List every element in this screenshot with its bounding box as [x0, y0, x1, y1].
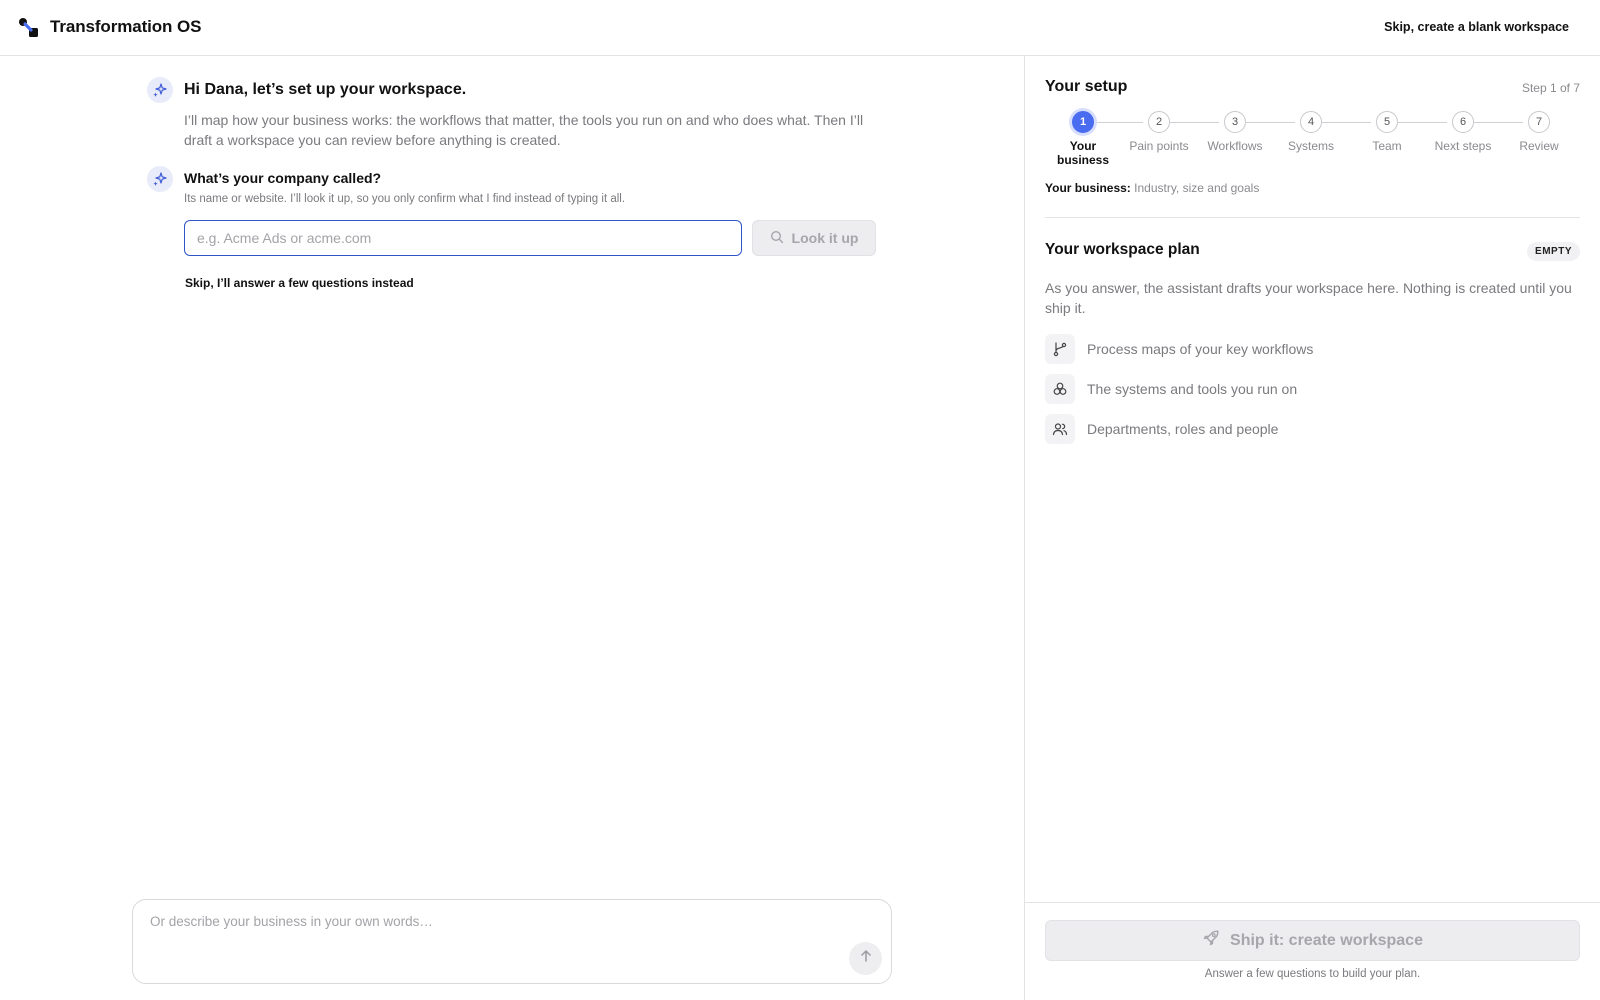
step-number: 5 — [1376, 111, 1398, 133]
step-workflows[interactable]: 3 Workflows — [1197, 111, 1273, 153]
step-your-business[interactable]: 1 Your business — [1045, 111, 1121, 167]
greeting-body: I’ll map how your business works: the wo… — [184, 112, 864, 148]
conversation-pane: Hi Dana, let’s set up your workspace. I’… — [0, 56, 1024, 1000]
step-next-steps[interactable]: 6 Next steps — [1425, 111, 1501, 153]
look-it-up-button[interactable]: Look it up — [752, 220, 876, 256]
greeting-title: Hi Dana, let’s set up your workspace. — [184, 81, 467, 98]
company-question-title: What’s your company called? — [184, 170, 382, 186]
app-title: Transformation OS — [50, 17, 202, 36]
setup-title: Your setup — [1045, 78, 1128, 95]
plan-item-process-maps: Process maps of your key workflows — [1045, 334, 1313, 364]
step-number: 7 — [1528, 111, 1550, 133]
current-step-summary: Your business: Industry, size and goals — [1045, 181, 1259, 195]
git-branch-icon — [1045, 334, 1075, 364]
describe-business-textarea[interactable] — [150, 914, 810, 954]
arrow-up-icon — [859, 949, 873, 968]
skip-answer-questions-link[interactable]: Skip, I’ll answer a few questions instea… — [185, 276, 414, 290]
transformation-logo-icon — [18, 17, 40, 39]
step-number: 3 — [1224, 111, 1246, 133]
step-counter: Step 1 of 7 — [1521, 81, 1580, 95]
sparkles-icon — [147, 77, 173, 103]
plan-item-people: Departments, roles and people — [1045, 414, 1278, 444]
section-divider — [1045, 217, 1580, 218]
workspace-plan-title: Your workspace plan — [1045, 241, 1200, 258]
step-systems[interactable]: 4 Systems — [1273, 111, 1349, 153]
plan-status-badge: EMPTY — [1527, 242, 1580, 261]
step-team[interactable]: 5 Team — [1349, 111, 1425, 153]
step-number: 6 — [1452, 111, 1474, 133]
step-pain-points[interactable]: 2 Pain points — [1121, 111, 1197, 153]
step-number: 4 — [1300, 111, 1322, 133]
footer-divider — [1025, 902, 1600, 903]
plan-item-label: Departments, roles and people — [1087, 421, 1279, 437]
ship-hint: Answer a few questions to build your pla… — [1204, 968, 1421, 980]
step-number: 1 — [1072, 111, 1094, 133]
step-review[interactable]: 7 Review — [1501, 111, 1577, 153]
setup-stepper: 1 Your business 2 Pain points 3 Workflow… — [1045, 111, 1580, 171]
step-label: Your business — [1056, 139, 1110, 167]
current-step-key: Your business: — [1045, 181, 1131, 195]
setup-panel: Your setup Step 1 of 7 1 Your business 2… — [1025, 56, 1600, 1000]
skip-blank-workspace-link[interactable]: Skip, create a blank workspace — [1384, 20, 1569, 34]
users-icon — [1045, 414, 1075, 444]
plan-item-systems: The systems and tools you run on — [1045, 374, 1297, 404]
search-icon — [770, 230, 784, 247]
workspace-plan-description: As you answer, the assistant drafts your… — [1045, 280, 1572, 316]
send-button[interactable] — [849, 942, 882, 975]
systems-cluster-icon — [1045, 374, 1075, 404]
step-label: Systems — [1287, 139, 1334, 153]
rocket-icon — [1202, 929, 1220, 952]
company-name-input[interactable] — [184, 220, 742, 256]
step-label: Pain points — [1129, 139, 1189, 153]
message-composer — [132, 899, 892, 984]
step-label: Review — [1519, 139, 1559, 153]
step-label: Next steps — [1434, 139, 1492, 153]
ship-create-workspace-button[interactable]: Ship it: create workspace — [1045, 920, 1580, 961]
plan-item-label: The systems and tools you run on — [1087, 381, 1298, 397]
sparkles-icon — [147, 166, 173, 192]
plan-item-label: Process maps of your key workflows — [1087, 341, 1314, 357]
top-bar: Transformation OS Skip, create a blank w… — [0, 0, 1600, 56]
current-step-value: Industry, size and goals — [1134, 181, 1260, 195]
step-label: Workflows — [1207, 139, 1263, 153]
ship-button-label: Ship it: create workspace — [1230, 931, 1423, 949]
look-it-up-label: Look it up — [791, 230, 859, 246]
company-question-hint: Its name or website. I’ll look it up, so… — [184, 193, 626, 205]
step-label: Team — [1372, 139, 1402, 153]
step-number: 2 — [1148, 111, 1170, 133]
